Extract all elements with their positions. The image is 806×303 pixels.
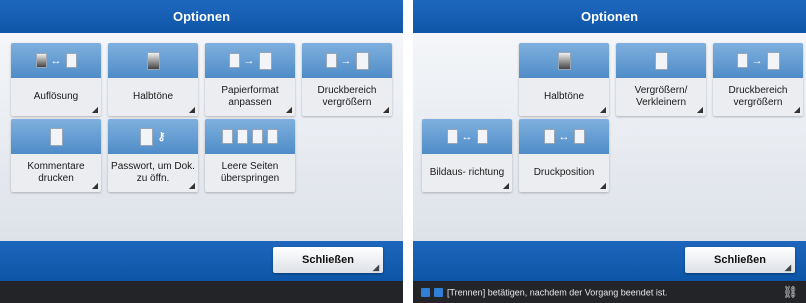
- resolution-icon: ↔: [11, 43, 101, 78]
- enlarge-reduce-icon: [616, 43, 706, 78]
- password-open-doc-button[interactable]: ⚷ Passwort, um Dok. zu öffn. ◢: [108, 119, 198, 192]
- corner-mark-icon: ◢: [696, 105, 703, 114]
- corner-mark-icon: ◢: [285, 105, 292, 114]
- print-comments-icon: [11, 119, 101, 154]
- corner-mark-icon: ◢: [793, 105, 800, 114]
- halftones-label: Halbtöne: [132, 90, 174, 102]
- left-status-bar: [0, 281, 403, 303]
- close-button[interactable]: Schließen ◢: [273, 247, 383, 273]
- fit-paper-size-button[interactable]: → Papierformat anpassen ◢: [205, 43, 295, 116]
- enlarge-print-area-label: Druckbereich vergrößern: [728, 84, 788, 108]
- corner-mark-icon: ◢: [599, 181, 606, 190]
- corner-mark-icon: ◢: [188, 181, 195, 190]
- print-position-button[interactable]: ↔ Druckposition ◢: [519, 119, 609, 192]
- corner-mark-icon: ◢: [91, 105, 98, 114]
- enlarge-reduce-label: Vergrößern/ Verkleinern: [634, 84, 688, 108]
- halftones-button[interactable]: Halbtöne ◢: [519, 43, 609, 116]
- enlarge-print-area-label: Druckbereich vergrößern: [317, 84, 377, 108]
- halftones-icon: [108, 43, 198, 78]
- enlarge-print-area-icon: →: [713, 43, 803, 78]
- corner-mark-icon: ◢: [599, 105, 606, 114]
- image-orientation-button[interactable]: ↔ Bildaus- richtung ◢: [422, 119, 512, 192]
- password-open-doc-label: Passwort, um Dok. zu öffn.: [111, 160, 195, 184]
- status-message: [Trennen] betätigen, nachdem der Vorgang…: [447, 287, 668, 298]
- close-button-label: Schließen: [714, 254, 766, 266]
- left-options-panel: Optionen ↔ Auflösung ◢ Halbtöne ◢ → Papi…: [0, 0, 403, 303]
- network-icon[interactable]: ⛓: [783, 281, 798, 303]
- skip-blank-pages-label: Leere Seiten überspringen: [220, 160, 280, 184]
- device-icon: [434, 288, 443, 298]
- enlarge-print-area-button[interactable]: → Druckbereich vergrößern ◢: [713, 43, 803, 116]
- print-position-label: Druckposition: [533, 166, 595, 178]
- lock-document-icon: ⚷: [108, 119, 198, 154]
- enlarge-reduce-button[interactable]: Vergrößern/ Verkleinern ◢: [616, 43, 706, 116]
- corner-mark-icon: ◢: [502, 181, 509, 190]
- enlarge-print-area-button[interactable]: → Druckbereich vergrößern ◢: [302, 43, 392, 116]
- skip-blank-pages-icon: [205, 119, 295, 154]
- print-comments-button[interactable]: Kommentare drucken ◢: [11, 119, 101, 192]
- resolution-button[interactable]: ↔ Auflösung ◢: [11, 43, 101, 116]
- halftones-icon: [519, 43, 609, 78]
- print-comments-label: Kommentare drucken: [27, 160, 85, 184]
- right-status-bar: [Trennen] betätigen, nachdem der Vorgang…: [413, 281, 806, 303]
- halftones-label: Halbtöne: [543, 90, 585, 102]
- left-title: Optionen: [0, 0, 403, 33]
- image-orientation-icon: ↔: [422, 119, 512, 154]
- right-bottom-bar: Schließen ◢: [413, 241, 806, 281]
- skip-blank-pages-button[interactable]: Leere Seiten überspringen: [205, 119, 295, 192]
- corner-mark-icon: ◢: [372, 263, 379, 272]
- right-title: Optionen: [413, 0, 806, 33]
- close-button[interactable]: Schließen ◢: [685, 247, 795, 273]
- left-bottom-bar: Schließen ◢: [0, 241, 403, 281]
- fit-paper-size-label: Papierformat anpassen: [221, 84, 279, 108]
- corner-mark-icon: ◢: [91, 181, 98, 190]
- corner-mark-icon: ◢: [382, 105, 389, 114]
- resolution-label: Auflösung: [33, 90, 79, 102]
- right-options-panel: Optionen Halbtöne ◢ Vergrößern/ Verklein…: [413, 0, 806, 303]
- halftones-button[interactable]: Halbtöne ◢: [108, 43, 198, 116]
- info-icon: [421, 288, 430, 298]
- enlarge-print-area-icon: →: [302, 43, 392, 78]
- image-orientation-label: Bildaus- richtung: [429, 166, 505, 178]
- corner-mark-icon: ◢: [188, 105, 195, 114]
- corner-mark-icon: ◢: [784, 263, 791, 272]
- close-button-label: Schließen: [302, 254, 354, 266]
- left-options-grid: ↔ Auflösung ◢ Halbtöne ◢ → Papierformat …: [0, 33, 403, 241]
- right-options-grid: Halbtöne ◢ Vergrößern/ Verkleinern ◢ → D…: [413, 33, 806, 241]
- fit-paper-size-icon: →: [205, 43, 295, 78]
- print-position-icon: ↔: [519, 119, 609, 154]
